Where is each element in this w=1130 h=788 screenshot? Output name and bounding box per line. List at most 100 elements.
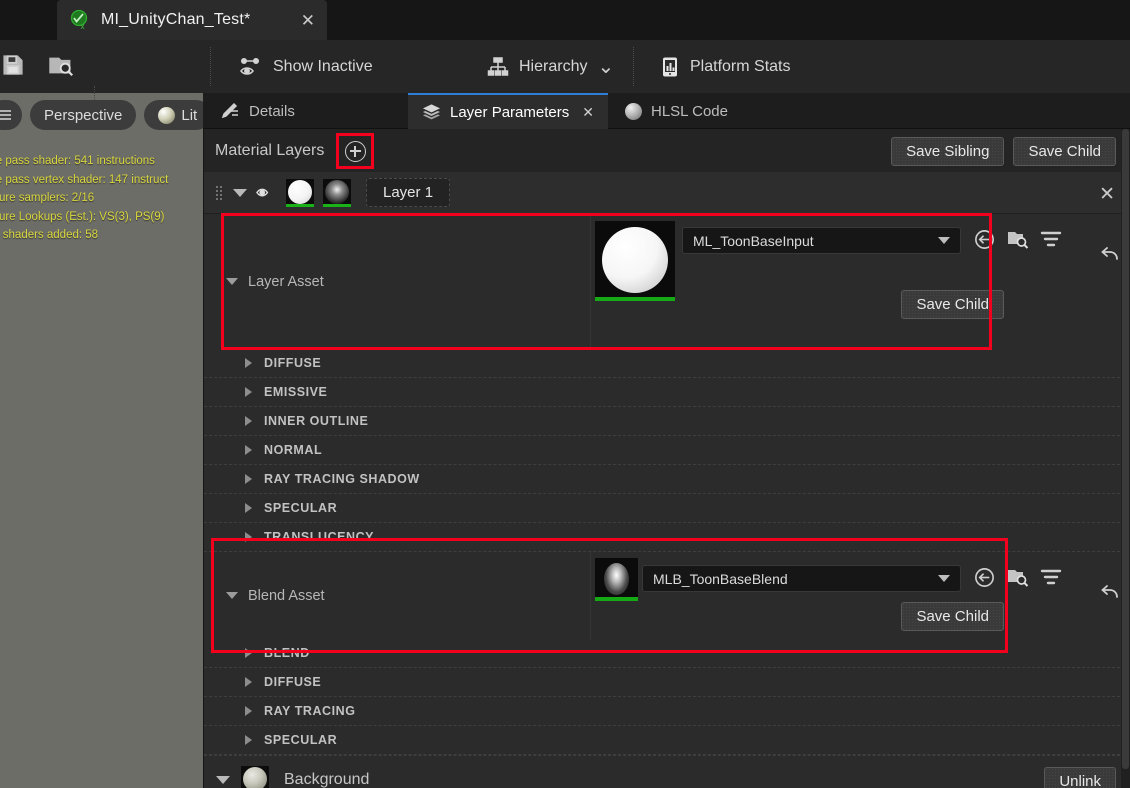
blend-asset-value-cell: MLB_ToonBaseBlend Save Child [591,552,1130,639]
save-child-button[interactable]: Save Child [1013,137,1116,166]
lit-label: Lit [181,106,198,124]
viewport-menu-button[interactable] [0,100,22,130]
layer-asset-save-child-button[interactable]: Save Child [901,290,1004,319]
add-layer-icon[interactable] [344,140,366,162]
unlink-button[interactable]: Unlink [1044,767,1116,788]
layer-sections-list: DIFFUSE EMISSIVE INNER OUTLINE NORMAL RA… [204,349,1130,552]
document-tab-material-instance[interactable]: x MI_UnityChan_Test* ✕ [57,0,327,40]
layer-asset-thumbnail[interactable] [595,221,675,301]
layer-name-field[interactable]: Layer 1 [366,178,451,207]
show-inactive-button[interactable]: Show Inactive [225,40,387,93]
blend-asset-save-child-button[interactable]: Save Child [901,602,1004,631]
browse-content-icon[interactable] [48,52,76,83]
tab-layer-parameters[interactable]: Layer Parameters ✕ [408,93,608,129]
remove-layer-icon[interactable]: ✕ [1099,183,1115,206]
section-row[interactable]: INNER OUTLINE [204,407,1130,436]
close-icon[interactable]: ✕ [301,12,315,29]
layer-thumbnail[interactable] [286,178,314,207]
use-selected-asset-icon[interactable] [973,566,996,594]
unlink-button-wrap: Unlink [1044,767,1116,788]
background-thumbnail[interactable] [241,765,269,788]
section-row[interactable]: EMISSIVE [204,378,1130,407]
chevron-down-icon[interactable] [233,188,247,197]
platform-stats-label: Platform Stats [690,57,791,75]
lit-button[interactable]: Lit [144,100,203,130]
reset-to-default-icon[interactable] [1099,582,1121,607]
panel-header-buttons: Save Sibling Save Child [891,137,1116,166]
tab-details[interactable]: Details [207,93,309,129]
layer-asset-label: Layer Asset [248,273,324,290]
filter-icon[interactable] [1040,567,1062,592]
hierarchy-label: Hierarchy [519,57,588,75]
chevron-down-icon[interactable] [216,775,230,784]
section-row[interactable]: BLEND [204,639,1130,668]
eye-icon[interactable] [256,185,277,200]
toolbar-divider [633,47,634,86]
tab-hlsl-code[interactable]: HLSL Code [611,93,742,129]
chevron-right-icon [245,503,252,513]
viewport[interactable]: Perspective Lit se pass shader: 541 inst… [0,0,203,788]
panel-scrollbar[interactable] [1121,129,1130,788]
hierarchy-button[interactable]: Hierarchy ⌄ [473,40,628,93]
use-selected-asset-icon[interactable] [973,228,996,256]
blend-asset-thumbnail[interactable] [595,558,638,601]
blend-asset-label: Blend Asset [248,587,325,604]
hlsl-sphere-icon [625,102,642,120]
add-layer-highlight [336,133,374,169]
shader-stats: se pass shader: 541 instructions se pass… [0,152,203,245]
layer-asset-dropdown[interactable]: ML_ToonBaseInput [682,227,961,254]
close-icon[interactable]: ✕ [582,104,594,121]
viewport-view-controls: Perspective Lit [0,100,203,130]
blend-thumbnail[interactable] [323,178,351,207]
section-row[interactable]: SPECULAR [204,494,1130,523]
scrollbar-thumb[interactable] [1122,129,1129,769]
section-label: BLEND [264,646,310,660]
layer-row[interactable]: Layer 1 ✕ [204,172,1130,214]
blend-asset-name: MLB_ToonBaseBlend [653,570,788,587]
show-inactive-icon [239,56,263,78]
browse-to-asset-icon[interactable] [1006,566,1030,594]
section-row[interactable]: RAY TRACING SHADOW [204,465,1130,494]
chevron-right-icon [245,532,252,542]
chevron-down-icon[interactable] [226,278,238,285]
reset-to-default-icon[interactable] [1099,244,1121,269]
platform-stats-icon [660,56,680,78]
save-sibling-button[interactable]: Save Sibling [891,137,1005,166]
page-title: Material Layers [215,141,325,159]
section-label: DIFFUSE [264,356,322,370]
section-label: SPECULAR [264,733,338,747]
chevron-down-icon [938,575,950,582]
chevron-right-icon [245,416,252,426]
platform-stats-button[interactable]: Platform Stats [646,40,804,93]
section-label: RAY TRACING SHADOW [264,472,420,486]
section-row[interactable]: NORMAL [204,436,1130,465]
section-row[interactable]: DIFFUSE [204,349,1130,378]
blend-sections-list: BLEND DIFFUSE RAY TRACING SPECULAR [204,639,1130,755]
section-row[interactable]: SPECULAR [204,726,1130,755]
drag-grip-icon[interactable] [215,184,224,201]
layer-asset-name: ML_ToonBaseInput [693,232,814,249]
section-row[interactable]: DIFFUSE [204,668,1130,697]
lit-sphere-icon [158,106,176,124]
svg-text:x: x [81,22,85,31]
browse-to-asset-icon[interactable] [1006,228,1030,256]
section-row[interactable]: RAY TRACING [204,697,1130,726]
section-label: EMISSIVE [264,385,328,399]
material-layers-panel: Material Layers Save Sibling Save Child … [203,129,1130,788]
blend-asset-dropdown[interactable]: MLB_ToonBaseBlend [642,565,961,592]
window-tab-bar: x MI_UnityChan_Test* ✕ [0,0,1130,40]
section-row[interactable]: TRANSLUCENCY [204,523,1130,552]
chevron-down-icon[interactable] [226,592,238,599]
tab-hlsl-code-label: HLSL Code [651,102,728,120]
section-label: TRANSLUCENCY [264,530,375,544]
background-row[interactable]: Background Unlink [204,755,1130,788]
save-icon[interactable] [0,52,26,83]
section-label: DIFFUSE [264,675,322,689]
chevron-right-icon [245,677,252,687]
filter-icon[interactable] [1040,229,1062,254]
perspective-button[interactable]: Perspective [30,100,137,130]
stat-line: xture samplers: 2/16 [0,192,95,204]
details-icon [221,102,240,120]
show-inactive-label: Show Inactive [273,57,373,75]
tab-details-label: Details [249,102,295,120]
